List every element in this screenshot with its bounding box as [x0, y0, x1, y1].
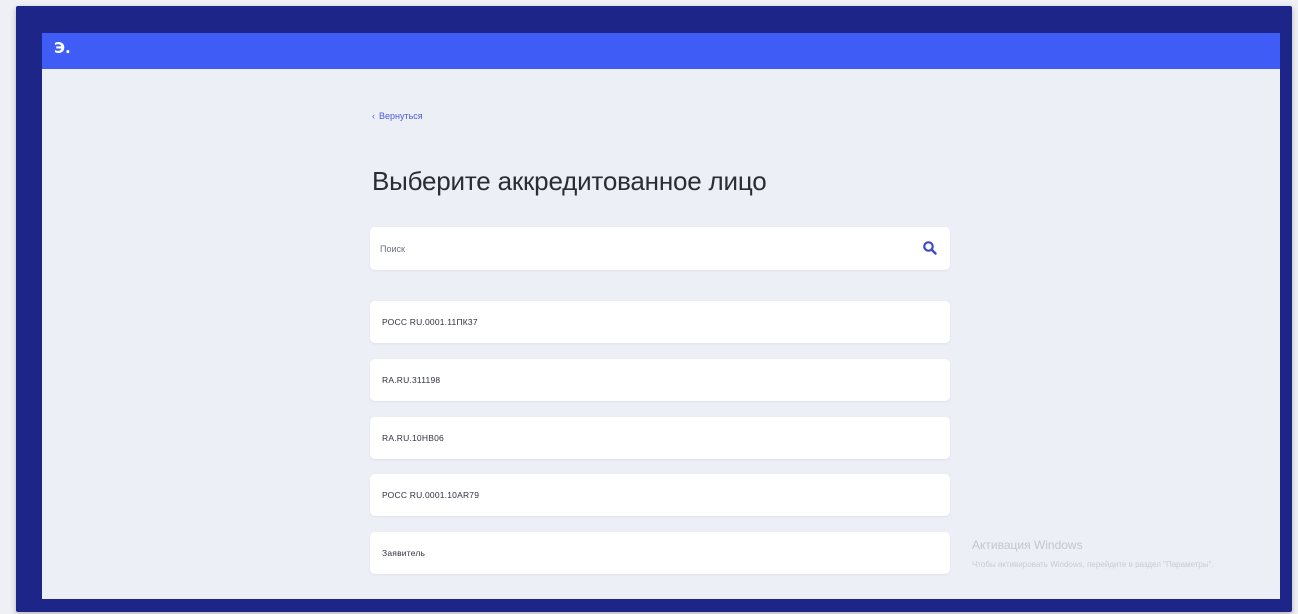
list-item[interactable]: РОСС RU.0001.11ПК37	[370, 301, 950, 343]
top-bar: Э.	[42, 33, 1280, 69]
list-item-label: Заявитель	[382, 548, 426, 558]
list-item[interactable]: RA.RU.311198	[370, 359, 950, 401]
search-icon[interactable]	[922, 240, 938, 256]
list-item-label: RA.RU.311198	[382, 375, 441, 385]
windows-activation-title: Активация Windows	[972, 538, 1083, 552]
chevron-left-icon: ‹	[372, 111, 375, 121]
list-item-label: RA.RU.10HB06	[382, 433, 444, 443]
list-item-label: РОСС RU.0001.10AR79	[382, 490, 480, 500]
back-link[interactable]: ‹ Вернуться	[372, 111, 423, 121]
page-title: Выберите аккредитованное лицо	[372, 166, 767, 196]
windows-activation-subtitle: Чтобы активировать Windows, перейдите в …	[972, 560, 1214, 569]
app-logo[interactable]: Э.	[54, 39, 78, 57]
list-item[interactable]: Заявитель	[370, 532, 950, 574]
back-link-label: Вернуться	[379, 111, 423, 121]
app-screen: Э. ‹ Вернуться Выберите аккредитованное …	[42, 33, 1280, 599]
list-item[interactable]: RA.RU.10HB06	[370, 417, 950, 459]
search-input[interactable]	[380, 227, 900, 270]
list-item-label: РОСС RU.0001.11ПК37	[382, 317, 478, 327]
device-frame: Э. ‹ Вернуться Выберите аккредитованное …	[16, 6, 1292, 612]
search-box[interactable]	[370, 227, 950, 270]
list-item[interactable]: РОСС RU.0001.10AR79	[370, 474, 950, 516]
